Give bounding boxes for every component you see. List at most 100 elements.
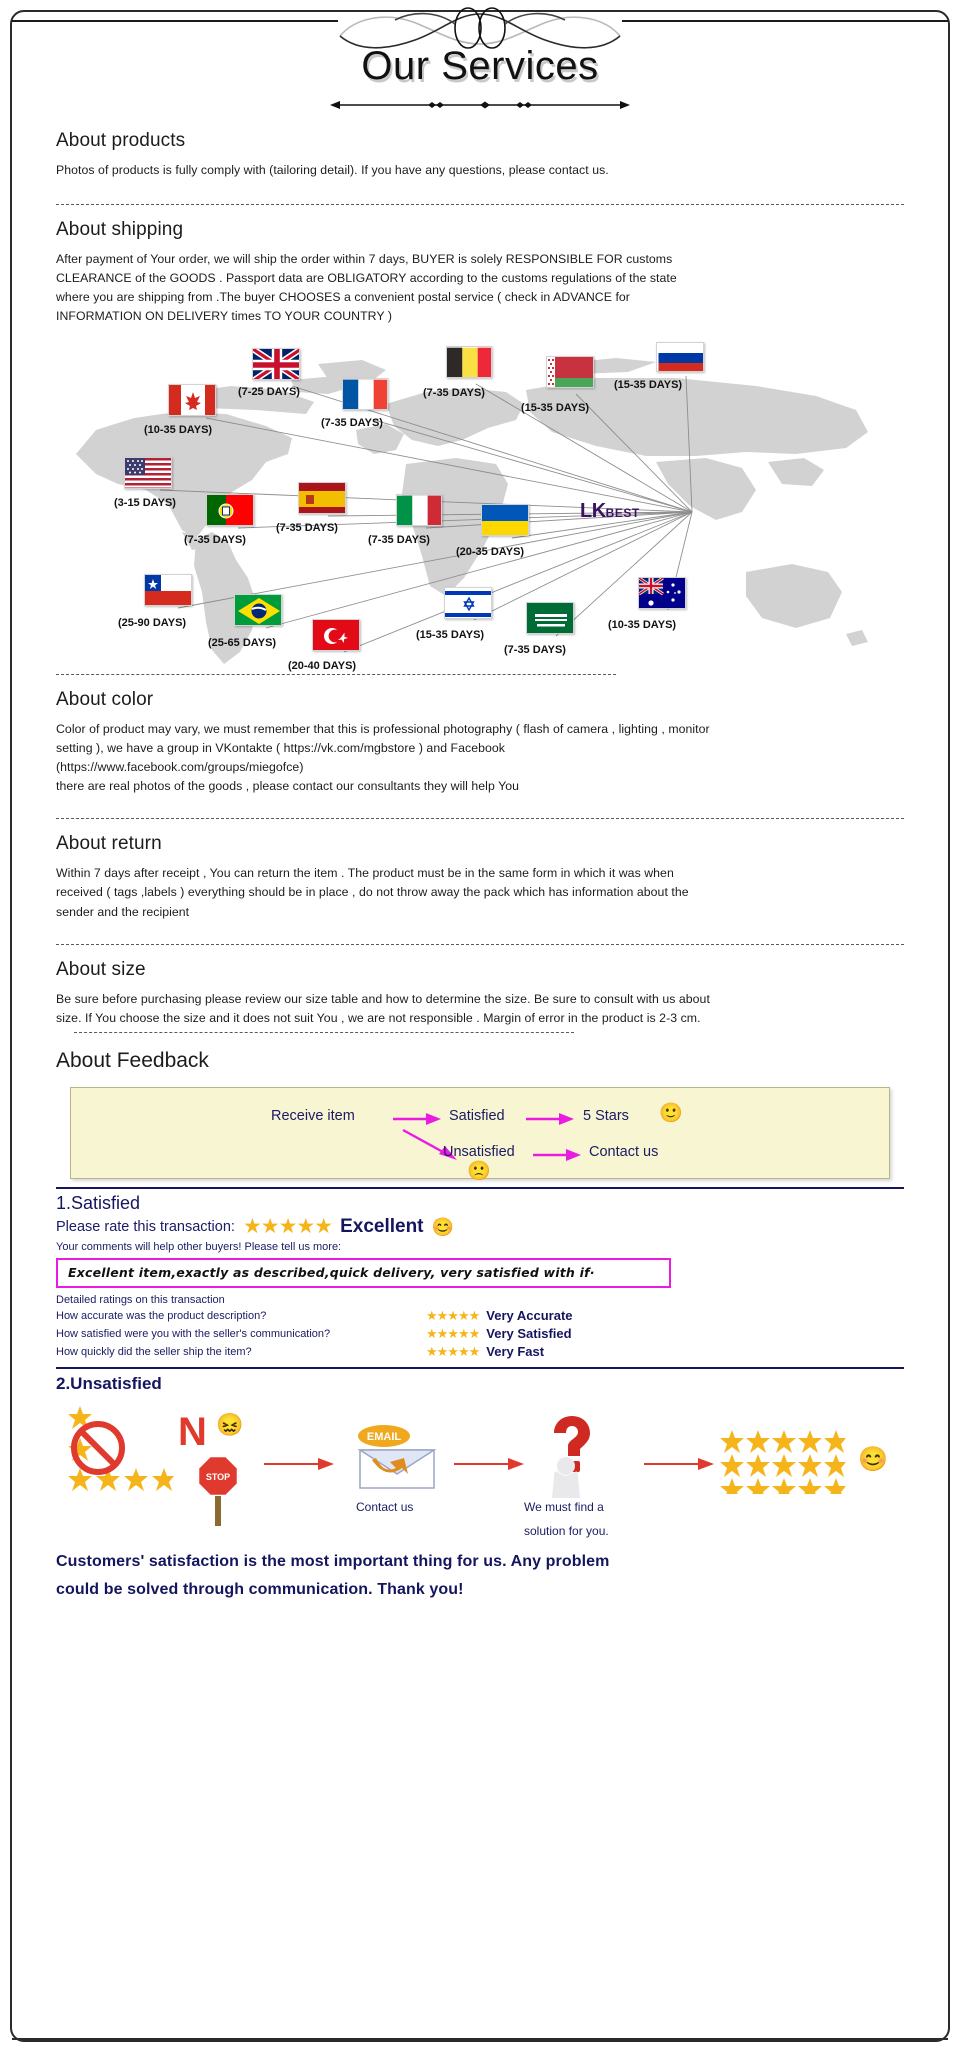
about-shipping-body: After payment of Your order, we will shi… [56,252,677,324]
about-color-heading: About color [56,689,154,711]
detail-stars-shipping-speed[interactable]: ★★★★★ [426,1344,480,1360]
svg-text:EMAIL: EMAIL [367,1431,402,1443]
about-return-heading: About return [56,833,162,855]
section-about-shipping: About shipping After payment of Your ord… [12,219,948,326]
brand-lk: LK [580,500,606,523]
flow-receive-item: Receive item [271,1107,355,1124]
flag-brazil [234,594,282,627]
detail-rating-row: How satisfied were you with the seller's… [56,1326,904,1342]
detail-value-communication: Very Satisfied [486,1326,572,1342]
section-unsatisfied: 2.Unsatisfied N 😖 STOP EMAIL Contact us … [12,1374,948,1604]
section-satisfied: 1.Satisfied Please rate this transaction… [12,1186,948,1369]
flow-contact-us: Contact us [589,1143,659,1160]
about-shipping-heading: About shipping [56,219,184,241]
arrow-to-email-icon [264,1457,334,1470]
comment-value: Excellent item,exactly as described,quic… [68,1264,595,1280]
comments-prompt: Your comments will help other buyers! Pl… [56,1240,342,1253]
confounded-face-icon: 😖 [216,1411,244,1437]
unsatisfied-flow: N 😖 STOP EMAIL Contact us We must find a… [56,1400,904,1548]
feedback-flow-card: Receive item Satisfied 5 Stars 🙂 Unsatis… [70,1086,890,1182]
arrow-to-solution-icon [454,1457,524,1470]
good-rating-stars-icon [720,1429,846,1494]
about-feedback-heading: About Feedback [56,1048,209,1072]
arrow-unsatisfied-to-contact-icon [533,1148,581,1161]
page-bottom-rule [12,2038,948,2040]
detail-question-shipping-speed: How quickly did the seller ship the item… [56,1345,252,1358]
delivery-label-belgium: (7-35 DAYS) [423,387,485,400]
smiling-face-icon: 😊 [431,1216,454,1237]
unsatisfied-heading: 2.Unsatisfied [56,1373,162,1393]
rating-stars[interactable]: ★★★★★ [243,1216,333,1237]
about-return-body: Within 7 days after receipt , You can re… [56,866,689,919]
divider-satisfied-top [56,1186,904,1189]
solution-caption-line2: solution for you. [524,1523,609,1538]
delivery-label-united-kingdom: (7-25 DAYS) [238,386,300,399]
flow-unsatisfied: Unsatisfied [443,1143,515,1160]
slightly-smiling-face-icon: 🙂 [659,1102,683,1124]
detail-rating-row: How accurate was the product description… [56,1308,904,1324]
flag-israel [444,587,492,620]
no-rating-icon [68,1405,174,1491]
section-about-size: About size Be sure before purchasing ple… [12,959,948,1028]
section-about-feedback: About Feedback Receive item Satisfied 5 … [12,1048,948,1182]
section-about-color: About color Color of product may vary, w… [12,689,948,796]
flag-canada [168,384,216,417]
delivery-label-italy: (7-35 DAYS) [368,534,430,547]
title-divider [330,98,630,116]
section-about-products: About products Photos of products is ful… [12,130,948,180]
flag-belgium [446,346,492,379]
divider-color [56,818,904,820]
svg-text:STOP: STOP [206,1472,230,1482]
detail-stars-accuracy[interactable]: ★★★★★ [426,1308,480,1324]
detail-question-communication: How satisfied were you with the seller's… [56,1327,331,1340]
flag-united-kingdom [252,348,300,381]
arrow-satisfied-to-stars-icon [526,1112,574,1125]
delivery-label-chile: (25-90 DAYS) [118,617,187,630]
about-color-line3: (https://www.facebook.com/groups/miegofc… [56,760,304,775]
stop-sign-icon: STOP [196,1454,240,1526]
delivery-label-spain: (7-35 DAYS) [276,522,338,535]
flag-united-states [124,457,172,490]
solution-caption-line1: We must find a [524,1499,604,1514]
page-header: Our Services [12,7,948,124]
flag-australia [638,577,686,610]
about-color-line2: setting ), we have a group in VKontakte … [56,741,505,756]
delivery-label-canada: (10-35 DAYS) [144,424,213,437]
page-frame: Our Services About products Photos of pr… [10,7,950,2042]
shipping-world-map: LKBEST (10-35 DAYS) (7-25 DAYS) (7-35 DA… [56,334,904,686]
flag-spain [298,482,346,515]
delivery-label-france: (7-35 DAYS) [321,417,383,430]
delivery-label-saudi-arabia: (7-35 DAYS) [504,644,566,657]
frowning-face-icon: 🙁 [467,1160,491,1182]
flow-satisfied: Satisfied [449,1107,505,1124]
about-products-heading: About products [56,130,186,151]
flag-saudi-arabia [526,602,574,635]
about-color-line1: Color of product may vary, we must remem… [56,722,710,737]
arrow-receive-to-satisfied-icon [393,1112,441,1125]
about-size-heading: About size [56,958,146,980]
detail-value-shipping-speed: Very Fast [486,1344,545,1360]
email-envelope-icon: EMAIL [357,1424,437,1489]
smiling-face-result-icon: 😊 [858,1445,888,1473]
detail-value-accuracy: Very Accurate [486,1308,573,1324]
delivery-label-ukraine: (20-35 DAYS) [456,546,525,559]
delivery-label-brazil: (25-65 DAYS) [208,637,277,650]
divider-size [74,1031,574,1033]
divider-return [56,943,904,945]
divider-products [56,204,904,206]
page-title: Our Services [361,44,599,88]
flag-france [342,378,388,411]
satisfied-heading: 1.Satisfied [56,1192,141,1213]
delivery-label-turkey: (20-40 DAYS) [288,660,357,673]
comment-input-box[interactable]: Excellent item,exactly as described,quic… [56,1257,671,1288]
flag-chile [144,574,192,607]
about-color-line4: there are real photos of the goods , ple… [56,779,520,794]
delivery-label-portugal: (7-35 DAYS) [184,534,246,547]
detail-stars-communication[interactable]: ★★★★★ [426,1326,480,1342]
flag-russia [656,342,704,373]
flag-turkey [312,619,360,652]
detail-question-accuracy: How accurate was the product description… [56,1309,267,1322]
flow-five-stars: 5 Stars [583,1107,629,1124]
detailed-ratings-label: Detailed ratings on this transaction [56,1293,225,1306]
brand-logo: LKBEST [580,500,640,523]
